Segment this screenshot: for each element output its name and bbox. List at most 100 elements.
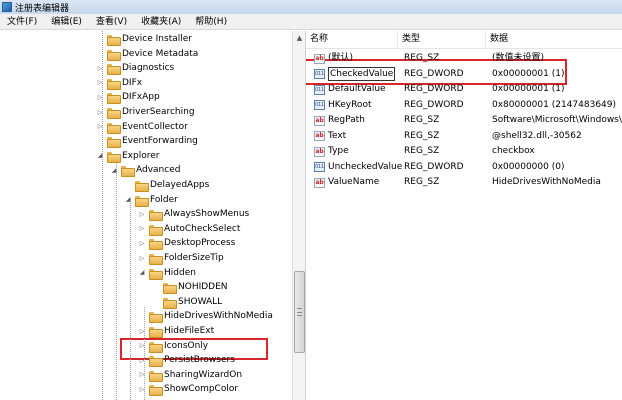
collapse-arrow-icon[interactable]: ◢ xyxy=(138,269,146,277)
value-row[interactable]: 011 HKeyRoot REG_DWORD 0x80000001 (21474836… xyxy=(306,98,622,113)
tree-item-label: PersistBrowsers xyxy=(164,355,235,366)
folder-icon xyxy=(149,370,163,382)
header-divider xyxy=(306,48,622,49)
collapse-arrow-icon[interactable]: ◢ xyxy=(96,152,104,160)
tree-item[interactable]: ◢ Folder xyxy=(124,193,178,208)
tree-item[interactable]: ▷ AutoCheckSelect xyxy=(138,222,240,237)
tree-item[interactable]: ▷ DesktopProcess xyxy=(138,236,235,251)
value-row[interactable]: ab ValueName REG_SZ HideDrivesWithNoMedia xyxy=(306,175,622,190)
tree-item-label: AlwaysShowMenus xyxy=(164,209,250,220)
tree-item[interactable]: SHOWALL xyxy=(152,295,222,310)
tree-item[interactable]: ◢ Hidden xyxy=(138,266,196,281)
tree-item[interactable]: ▷ SharingWizardOn xyxy=(138,368,242,383)
tree-item-label: Diagnostics xyxy=(122,63,175,74)
tree-item[interactable]: ▷ IconsOnly xyxy=(138,339,208,354)
tree-item-label: ShowCompColor xyxy=(164,384,239,395)
tree-guide-line xyxy=(116,163,117,400)
values-list-pane[interactable]: 名称 类型 数据 ab (默认) REG_SZ (数值未设置) 011 CheckedVa… xyxy=(306,31,622,400)
menu-file[interactable]: 文件(F) xyxy=(0,14,44,30)
tree-item[interactable]: Device Installer xyxy=(96,32,192,47)
dword-value-icon: 011 xyxy=(314,84,325,95)
tree-item[interactable]: ▷ DIFxApp xyxy=(96,90,160,105)
folder-icon xyxy=(149,210,163,222)
menu-edit[interactable]: 编辑(E) xyxy=(44,14,89,30)
expand-arrow-icon[interactable]: ▷ xyxy=(138,240,146,248)
value-row[interactable]: ab Text REG_SZ @shell32.dll,-30562 xyxy=(306,129,622,144)
tree-item[interactable]: ▷ DriverSearching xyxy=(96,105,195,120)
tree-item-label: EventCollector xyxy=(122,121,188,132)
expand-arrow-icon[interactable]: ▷ xyxy=(96,109,104,117)
folder-icon xyxy=(107,122,121,134)
value-type: REG_DWORD xyxy=(404,99,464,110)
tree-item-label: FolderSizeTip xyxy=(164,253,224,263)
tree-item[interactable]: ◢ Advanced xyxy=(110,163,180,178)
value-row[interactable]: 011 DefaultValue REG_DWORD 0x00000001 (1) xyxy=(306,82,622,97)
folder-icon xyxy=(163,283,177,295)
column-header-name[interactable]: 名称 xyxy=(306,31,398,48)
value-row[interactable]: ab RegPath REG_SZ Software\Microsoft\Window… xyxy=(306,113,622,128)
tree-item[interactable]: Device Metadata xyxy=(96,47,198,62)
tree-guide-line xyxy=(130,199,131,400)
tree-item[interactable]: ▷ EventCollector xyxy=(96,120,188,135)
expand-arrow-icon[interactable]: ▷ xyxy=(138,386,146,394)
no-children-spacer xyxy=(124,182,132,190)
menu-help[interactable]: 帮助(H) xyxy=(188,14,234,30)
value-name-cell: ab ValueName xyxy=(314,175,379,190)
tree-item[interactable]: HideDrivesWithNoMedia xyxy=(138,309,273,324)
collapse-arrow-icon[interactable]: ◢ xyxy=(124,196,132,204)
tree-item[interactable]: ▷ DIFx xyxy=(96,76,142,91)
menu-favorites[interactable]: 收藏夹(A) xyxy=(134,14,188,30)
folder-icon xyxy=(107,137,121,149)
value-row[interactable]: 011 CheckedValue REG_DWORD 0x00000001 (1) xyxy=(306,67,622,82)
expand-arrow-icon[interactable]: ▷ xyxy=(96,65,104,73)
value-type: REG_SZ xyxy=(404,53,440,63)
expand-arrow-icon[interactable]: ▷ xyxy=(138,255,146,263)
expand-arrow-icon[interactable]: ▷ xyxy=(138,371,146,379)
tree-item[interactable]: ▷ AlwaysShowMenus xyxy=(138,207,249,222)
tree-item[interactable]: ▷ HideFileExt xyxy=(138,324,214,339)
expand-arrow-icon[interactable]: ▷ xyxy=(96,94,104,102)
registry-tree-pane[interactable]: Device Installer Device Metadata ▷ Diagnost… xyxy=(0,31,292,400)
expand-arrow-icon[interactable]: ▷ xyxy=(96,123,104,131)
string-value-icon: ab xyxy=(314,146,325,157)
value-type: REG_SZ xyxy=(404,177,440,187)
tree-item[interactable]: EventForwarding xyxy=(96,134,198,149)
expand-arrow-icon[interactable]: ▷ xyxy=(138,342,146,350)
folder-icon xyxy=(149,327,163,338)
string-value-icon: ab xyxy=(314,131,325,141)
tree-item-label: DIFxApp xyxy=(122,92,160,103)
scrollbar-thumb[interactable] xyxy=(294,271,305,353)
folder-icon xyxy=(107,108,121,119)
expand-arrow-icon[interactable]: ▷ xyxy=(138,211,146,219)
value-name-cell: 011 UncheckedValue xyxy=(314,160,402,175)
value-row[interactable]: ab (默认) REG_SZ (数值未设置) xyxy=(306,51,622,66)
value-type: REG_DWORD xyxy=(404,68,464,79)
tree-scrollbar[interactable]: ▲ xyxy=(292,31,306,400)
menu-view[interactable]: 查看(V) xyxy=(89,14,134,30)
value-name: CheckedValue xyxy=(328,67,396,81)
value-type: REG_DWORD xyxy=(404,161,464,172)
expand-arrow-icon[interactable]: ▷ xyxy=(96,79,104,87)
tree-item[interactable]: ▷ Diagnostics xyxy=(96,61,174,76)
tree-item[interactable]: ▷ PersistBrowsers xyxy=(138,353,235,368)
column-header-type[interactable]: 类型 xyxy=(398,31,486,48)
tree-item[interactable]: NOHIDDEN xyxy=(152,280,228,295)
value-name: ValueName xyxy=(328,177,380,187)
expand-arrow-icon[interactable]: ▷ xyxy=(138,357,146,365)
dword-value-icon: 011 xyxy=(314,100,325,110)
value-row[interactable]: ab Type REG_SZ checkbox xyxy=(306,144,622,159)
value-type: REG_SZ xyxy=(404,130,440,141)
expand-arrow-icon[interactable]: ▷ xyxy=(138,225,146,233)
tree-item[interactable]: DelayedApps xyxy=(124,178,209,193)
expand-arrow-icon[interactable]: ▷ xyxy=(138,328,146,336)
scroll-up-arrow-icon[interactable]: ▲ xyxy=(294,33,305,44)
regedit-app-icon xyxy=(2,2,12,12)
column-header-data[interactable]: 数据 xyxy=(486,31,622,48)
value-row[interactable]: 011 UncheckedValue REG_DWORD 0x00000000 (0) xyxy=(306,160,622,175)
folder-icon xyxy=(135,195,149,207)
scroll-grip-icon xyxy=(297,308,302,316)
tree-item[interactable]: ▷ FolderSizeTip xyxy=(138,251,224,266)
collapse-arrow-icon[interactable]: ◢ xyxy=(110,167,118,175)
tree-item[interactable]: ◢ Explorer xyxy=(96,149,159,164)
tree-item[interactable]: ▷ ShowCompColor xyxy=(138,382,238,397)
